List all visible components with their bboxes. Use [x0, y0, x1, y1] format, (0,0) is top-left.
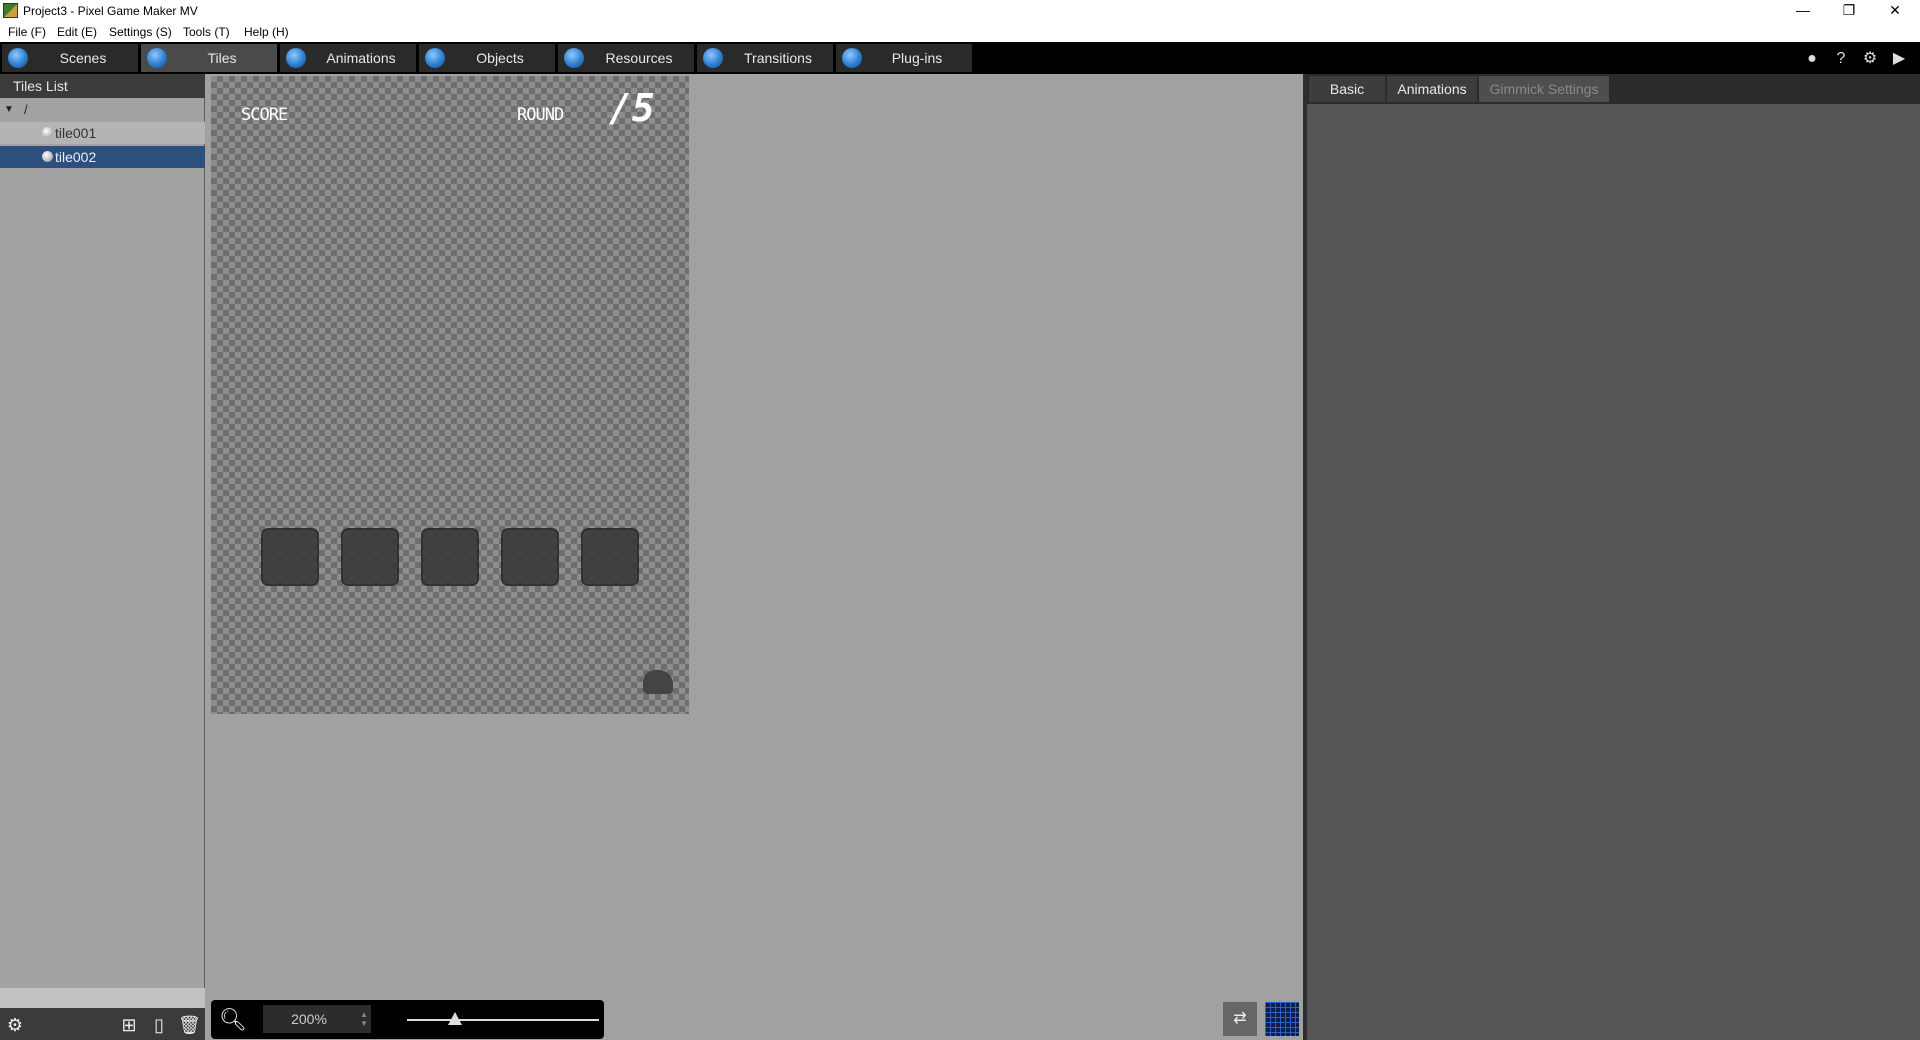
- settings-gear-icon[interactable]: ⚙: [4, 1014, 26, 1036]
- item-slot: [501, 528, 559, 586]
- tab-plugins-label: Plug-ins: [891, 50, 943, 66]
- tab-basic[interactable]: Basic: [1309, 76, 1385, 102]
- globe-icon: [42, 151, 53, 162]
- horizontal-scrollbar[interactable]: [0, 988, 205, 1008]
- menu-bar: File (F) Edit (E) Settings (S) Tools (T)…: [0, 22, 1920, 42]
- gear-icon[interactable]: ⚙: [1861, 50, 1879, 68]
- tiles-list-header: Tiles List: [0, 74, 205, 98]
- zoom-magnifier-icon[interactable]: 🔍︎: [219, 1007, 247, 1033]
- main-toolbar: Scenes Tiles Animations Objects Resource…: [0, 42, 1920, 74]
- menu-help[interactable]: Help (H): [244, 25, 289, 39]
- objects-icon: [425, 48, 445, 68]
- item-slot: [581, 528, 639, 586]
- properties-tab-bar: Basic Animations Gimmick Settings: [1307, 74, 1920, 104]
- tile-properties-panel: Basic Animations Gimmick Settings: [1307, 74, 1920, 1040]
- tree-root-folder[interactable]: ▼ /: [0, 100, 205, 120]
- zoom-spinner-icon[interactable]: ▲ ▼: [360, 1010, 368, 1028]
- tab-resources[interactable]: Resources: [558, 44, 694, 72]
- play-icon[interactable]: ▶: [1890, 50, 1908, 68]
- tree-root-label: /: [24, 102, 28, 117]
- zoom-control: 🔍︎ 200% ▲ ▼: [211, 1000, 604, 1039]
- tile-canvas[interactable]: SCORE ROUND /5: [211, 76, 689, 714]
- item-slot: [421, 528, 479, 586]
- expand-arrow-icon[interactable]: ▼: [4, 104, 14, 115]
- elephant-icon: [643, 670, 673, 694]
- tab-animations[interactable]: Animations: [1387, 76, 1477, 102]
- zoom-slider-thumb[interactable]: [448, 1012, 462, 1025]
- menu-file[interactable]: File (F): [8, 25, 46, 39]
- tab-gimmick-settings: Gimmick Settings: [1479, 76, 1609, 102]
- tab-objects-label: Objects: [476, 50, 524, 66]
- tab-tiles[interactable]: Tiles: [141, 44, 277, 72]
- zoom-input[interactable]: 200% ▲ ▼: [263, 1005, 371, 1033]
- tab-animations-label: Animations: [326, 50, 396, 66]
- resources-icon: [564, 48, 584, 68]
- delete-trash-icon[interactable]: 🗑: [178, 1014, 201, 1036]
- grid-toggle-icon[interactable]: [1265, 1002, 1299, 1036]
- menu-edit[interactable]: Edit (E): [57, 25, 97, 39]
- tile-name: tile002: [55, 149, 97, 165]
- item-slot: [261, 528, 319, 586]
- globe-icon: [42, 127, 53, 138]
- tile-editor-canvas-area[interactable]: SCORE ROUND /5: [205, 74, 1303, 1000]
- tiles-list-footer: ⚙ ⊞ ▯ 🗑: [0, 1008, 205, 1040]
- tab-resources-label: Resources: [605, 50, 673, 66]
- tile-list-item[interactable]: tile001: [0, 122, 205, 144]
- tab-objects[interactable]: Objects: [419, 44, 555, 72]
- circle-icon[interactable]: ●: [1803, 50, 1821, 68]
- preview-toggle-icon[interactable]: ⇄: [1223, 1002, 1257, 1036]
- tile-name: tile001: [55, 125, 97, 141]
- tab-scenes[interactable]: Scenes: [2, 44, 138, 72]
- minimize-button[interactable]: —: [1780, 0, 1826, 22]
- hud-score-label: SCORE: [241, 105, 288, 125]
- zoom-slider-track[interactable]: [407, 1019, 599, 1021]
- zoom-value: 200%: [291, 1011, 327, 1027]
- close-button[interactable]: ✕: [1872, 0, 1918, 22]
- tab-transitions[interactable]: Transitions: [697, 44, 833, 72]
- help-icon[interactable]: ?: [1832, 50, 1850, 68]
- add-tile-icon[interactable]: ▯: [148, 1014, 170, 1036]
- item-slot: [341, 528, 399, 586]
- window-title: Project3 - Pixel Game Maker MV: [23, 4, 198, 18]
- tiles-list-title: Tiles List: [13, 78, 68, 94]
- tiles-list-panel: Tiles List ▼ / tile001 tile002 ⚙ ⊞ ▯ 🗑: [0, 74, 205, 1040]
- title-bar: Project3 - Pixel Game Maker MV — ❐ ✕: [0, 0, 1920, 22]
- menu-tools[interactable]: Tools (T): [183, 25, 230, 39]
- tab-scenes-label: Scenes: [59, 50, 107, 66]
- tab-plugins[interactable]: Plug-ins: [836, 44, 972, 72]
- tab-tiles-label: Tiles: [207, 50, 237, 66]
- canvas-bottom-bar: 🔍︎ 200% ▲ ▼ ⇄: [205, 1000, 1303, 1040]
- plugins-icon: [842, 48, 862, 68]
- animations-icon: [286, 48, 306, 68]
- hud-round-total: /5: [609, 86, 655, 130]
- menu-settings[interactable]: Settings (S): [109, 25, 172, 39]
- add-folder-icon[interactable]: ⊞: [118, 1014, 140, 1036]
- tile-list-item-selected[interactable]: tile002: [0, 146, 205, 168]
- restore-button[interactable]: ❐: [1826, 0, 1872, 22]
- tab-animations[interactable]: Animations: [280, 44, 416, 72]
- app-icon: [3, 3, 18, 18]
- tab-transitions-label: Transitions: [744, 50, 812, 66]
- hud-round-label: ROUND: [517, 105, 564, 125]
- tiles-icon: [147, 48, 167, 68]
- transitions-icon: [703, 48, 723, 68]
- scenes-icon: [8, 48, 28, 68]
